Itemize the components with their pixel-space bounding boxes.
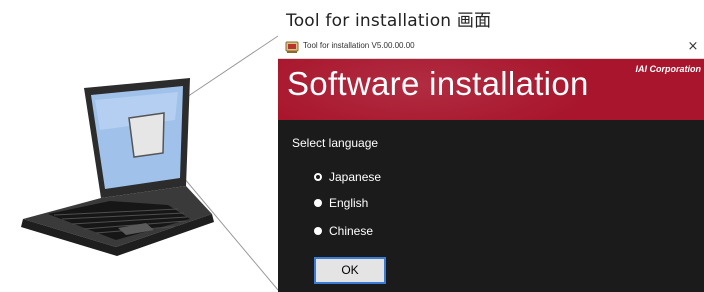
installer-window: Tool for installation V5.00.00.00 × Soft…	[278, 36, 704, 292]
installer-app-icon	[285, 41, 299, 53]
radio-button[interactable]	[314, 227, 322, 235]
screen-highlight-square	[128, 112, 165, 158]
radio-label: Japanese	[329, 170, 382, 184]
radio-button[interactable]	[314, 173, 322, 181]
banner-title: Software installation	[287, 65, 589, 102]
radio-label: English	[329, 196, 369, 210]
radio-button[interactable]	[314, 199, 322, 207]
select-language-label: Select language	[292, 136, 379, 150]
brand-logo: IAI Corporation	[635, 64, 702, 74]
header-banner: Software installation IAI Corporation	[278, 59, 704, 120]
close-button[interactable]: ×	[682, 36, 704, 58]
ok-button[interactable]: OK	[314, 257, 386, 284]
window-title: Tool for installation V5.00.00.00	[303, 41, 415, 50]
radio-label: Chinese	[329, 224, 374, 238]
title-bar: Tool for installation V5.00.00.00 ×	[278, 36, 704, 59]
